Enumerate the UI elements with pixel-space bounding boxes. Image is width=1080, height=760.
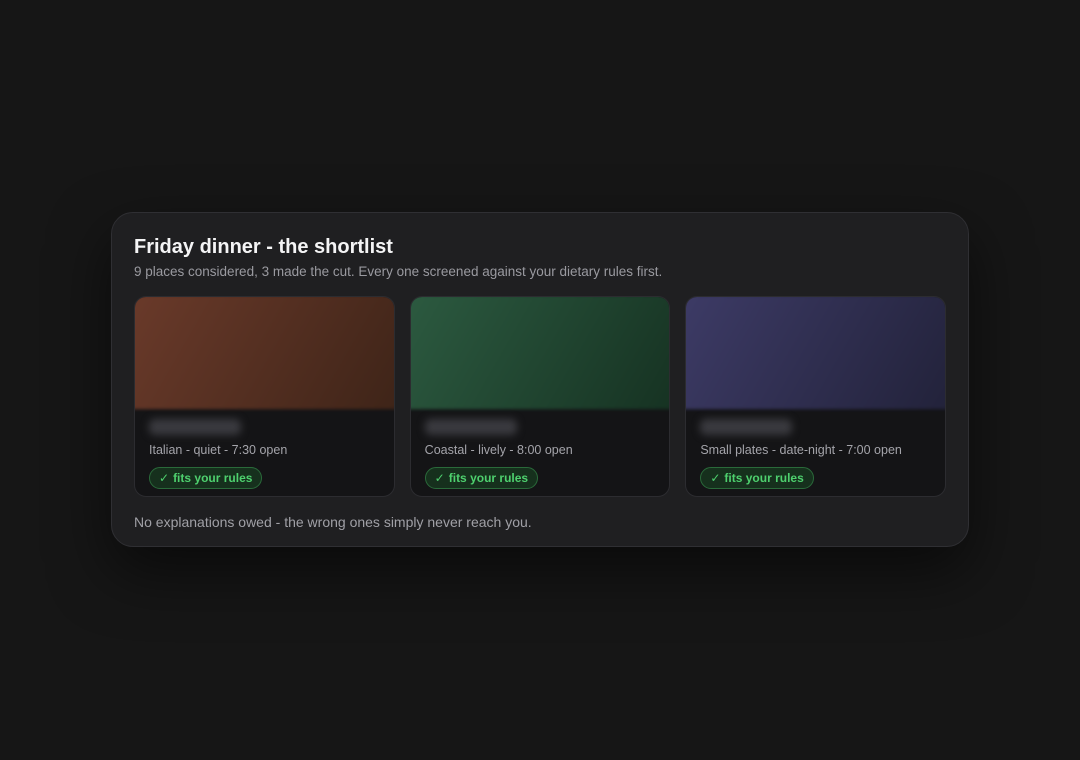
badge-label: fits your rules: [448, 471, 529, 485]
shortlist-panel: Friday dinner - the shortlist 9 places c…: [111, 212, 969, 547]
restaurant-photo: [134, 297, 394, 410]
restaurant-name-blurred: [149, 419, 241, 435]
card-body: Small plates - date-night - 7:00 open ✓ …: [686, 407, 945, 489]
restaurant-card[interactable]: Small plates - date-night - 7:00 open ✓ …: [685, 296, 947, 497]
badge-label: fits your rules: [724, 471, 804, 485]
footnote: No explanations owed - the wrong ones si…: [134, 514, 532, 530]
restaurant-card[interactable]: Coastal - lively - 8:00 open ✓ fits your…: [409, 296, 671, 497]
restaurant-name-blurred: [424, 419, 517, 435]
restaurant-meta: Coastal - lively - 8:00 open: [424, 443, 573, 457]
restaurant-photo: [410, 297, 670, 410]
restaurant-cards: Italian - quiet - 7:30 open ✓ fits your …: [134, 296, 947, 497]
fits-rules-badge: ✓ fits your rules: [424, 467, 539, 489]
restaurant-meta: Italian - quiet - 7:30 open: [149, 443, 288, 457]
restaurant-name-blurred: [700, 419, 793, 435]
check-icon: ✓: [159, 471, 170, 485]
fits-rules-badge: ✓ fits your rules: [700, 467, 814, 489]
card-body: Italian - quiet - 7:30 open ✓ fits your …: [135, 407, 394, 489]
card-body: Coastal - lively - 8:00 open ✓ fits your…: [411, 407, 670, 489]
check-icon: ✓: [710, 471, 721, 485]
fits-rules-badge: ✓ fits your rules: [149, 467, 263, 489]
restaurant-card[interactable]: Italian - quiet - 7:30 open ✓ fits your …: [134, 296, 395, 497]
restaurant-meta: Small plates - date-night - 7:00 open: [700, 443, 902, 457]
restaurant-photo: [686, 297, 946, 410]
check-icon: ✓: [434, 471, 445, 485]
page-subtitle: 9 places considered, 3 made the cut. Eve…: [134, 264, 663, 279]
page-title: Friday dinner - the shortlist: [134, 236, 393, 258]
badge-label: fits your rules: [173, 471, 253, 485]
